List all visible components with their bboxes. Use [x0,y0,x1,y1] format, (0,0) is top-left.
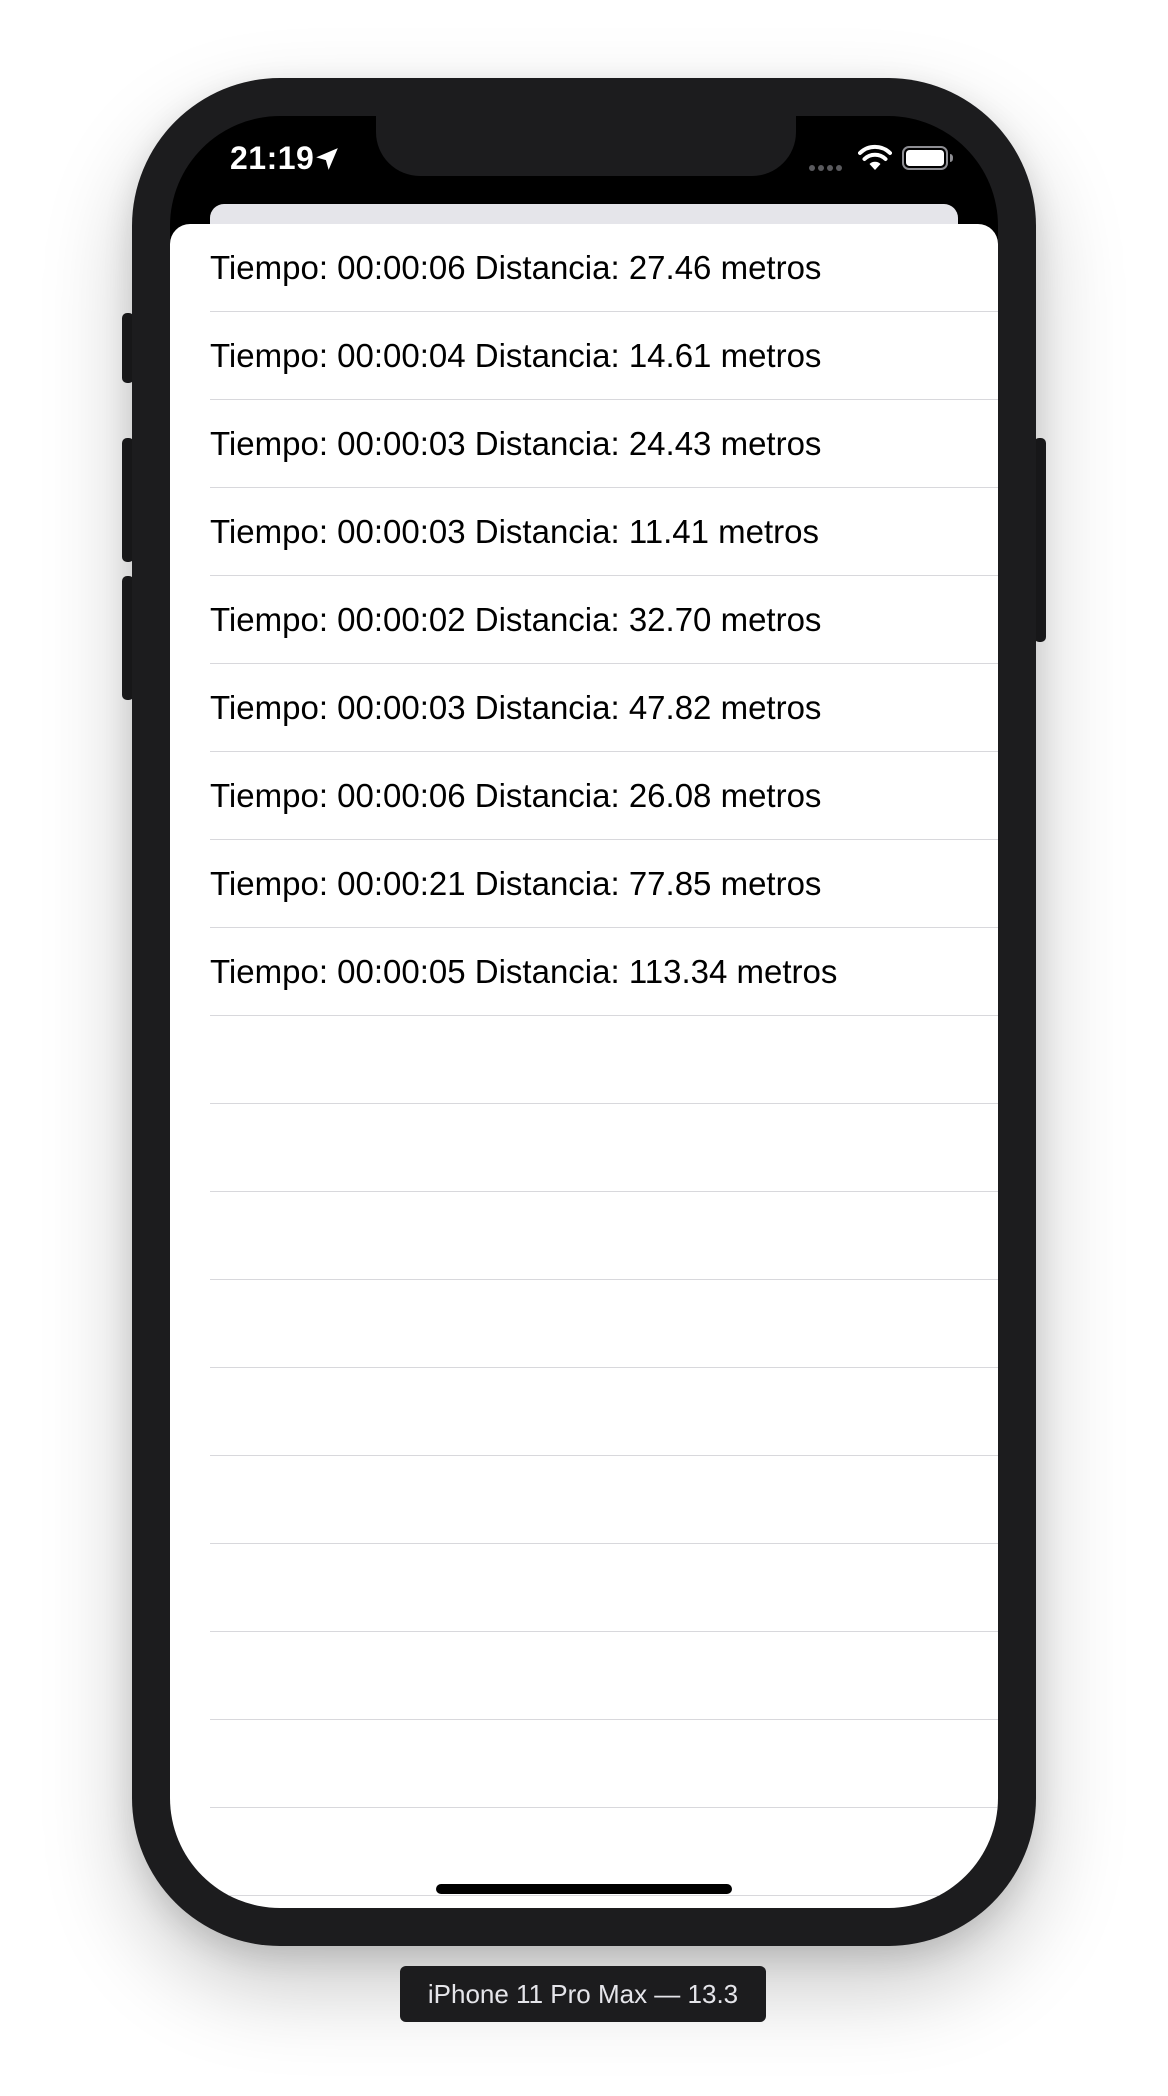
list-item[interactable]: Tiempo: 00:00:06 Distancia: 26.08 metros [170,752,998,840]
list-item[interactable] [170,1016,998,1104]
list-item[interactable]: Tiempo: 00:00:02 Distancia: 32.70 metros [170,576,998,664]
list-item[interactable] [170,1720,998,1808]
list-item[interactable]: Tiempo: 00:00:06 Distancia: 27.46 metros [170,224,998,312]
list-item-label: Tiempo: 00:00:02 Distancia: 32.70 metros [210,601,822,638]
list-item[interactable] [170,1104,998,1192]
battery-icon [902,146,953,170]
list-item[interactable] [170,1456,998,1544]
list-item[interactable] [170,1280,998,1368]
list-item-label: Tiempo: 00:00:04 Distancia: 14.61 metros [210,337,822,374]
list-item-label: Tiempo: 00:00:05 Distancia: 113.34 metro… [210,953,838,990]
list-item-label: Tiempo: 00:00:03 Distancia: 24.43 metros [210,425,822,462]
list-item[interactable] [170,1544,998,1632]
list-item[interactable] [170,1632,998,1720]
location-arrow-icon [316,148,338,170]
cellular-signal-icon [809,165,842,171]
home-indicator[interactable] [436,1884,732,1894]
device-screen: 21:19 Tiempo: 00:00:06 Distancia: 27.46 … [170,116,998,1908]
list-item[interactable]: Tiempo: 00:00:21 Distancia: 77.85 metros [170,840,998,928]
list-item[interactable]: Tiempo: 00:00:03 Distancia: 47.82 metros [170,664,998,752]
list-item-label: Tiempo: 00:00:21 Distancia: 77.85 metros [210,865,822,902]
list-item-label: Tiempo: 00:00:06 Distancia: 26.08 metros [210,777,822,814]
status-time: 21:19 [230,140,315,176]
list-item[interactable]: Tiempo: 00:00:03 Distancia: 11.41 metros [170,488,998,576]
list-item[interactable]: Tiempo: 00:00:03 Distancia: 24.43 metros [170,400,998,488]
list-item-label: Tiempo: 00:00:06 Distancia: 27.46 metros [210,249,822,286]
device-label: iPhone 11 Pro Max — 13.3 [400,1966,766,2022]
list-item[interactable]: Tiempo: 00:00:05 Distancia: 113.34 metro… [170,928,998,1016]
wifi-icon [858,144,892,170]
list-item[interactable] [170,1368,998,1456]
notch [376,116,796,176]
list-item[interactable] [170,1808,998,1896]
records-list[interactable]: Tiempo: 00:00:06 Distancia: 27.46 metros… [170,224,998,1896]
modal-sheet[interactable]: Tiempo: 00:00:06 Distancia: 27.46 metros… [170,224,998,1908]
list-item-label: Tiempo: 00:00:03 Distancia: 11.41 metros [210,513,819,550]
list-item[interactable] [170,1192,998,1280]
list-item[interactable]: Tiempo: 00:00:04 Distancia: 14.61 metros [170,312,998,400]
list-item-label: Tiempo: 00:00:03 Distancia: 47.82 metros [210,689,822,726]
